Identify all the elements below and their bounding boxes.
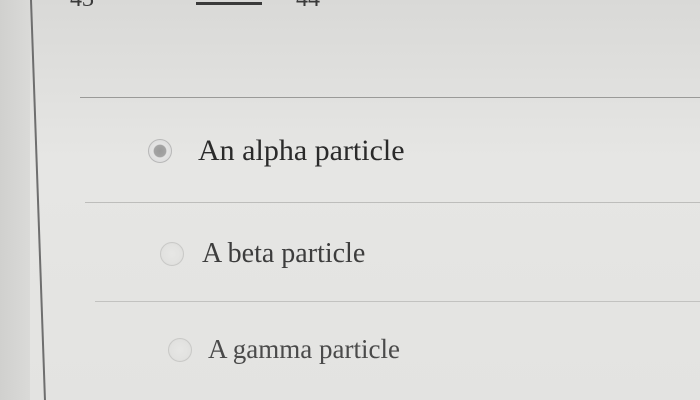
- answer-option-label: A beta particle: [202, 238, 366, 269]
- page-margin: [0, 0, 30, 400]
- answer-option-label: An alpha particle: [198, 134, 405, 167]
- question-divider: [80, 97, 700, 98]
- next-question-number: 44: [296, 0, 320, 13]
- answer-blank-underline: [196, 2, 262, 5]
- radio-selected-icon[interactable]: [148, 139, 172, 163]
- answer-option-beta[interactable]: A beta particle: [160, 238, 365, 270]
- content-left-border: [30, 0, 46, 400]
- option-divider: [85, 202, 700, 203]
- answer-option-gamma[interactable]: A gamma particle: [168, 334, 400, 365]
- radio-unselected-icon[interactable]: [160, 242, 184, 266]
- option-divider: [95, 301, 700, 302]
- radio-unselected-icon[interactable]: [168, 337, 192, 362]
- answer-option-alpha[interactable]: An alpha particle: [148, 134, 405, 168]
- answer-option-label: A gamma particle: [208, 334, 400, 364]
- previous-question-number: 43: [70, 0, 94, 13]
- question-header-strip: 43 44: [60, 0, 360, 13]
